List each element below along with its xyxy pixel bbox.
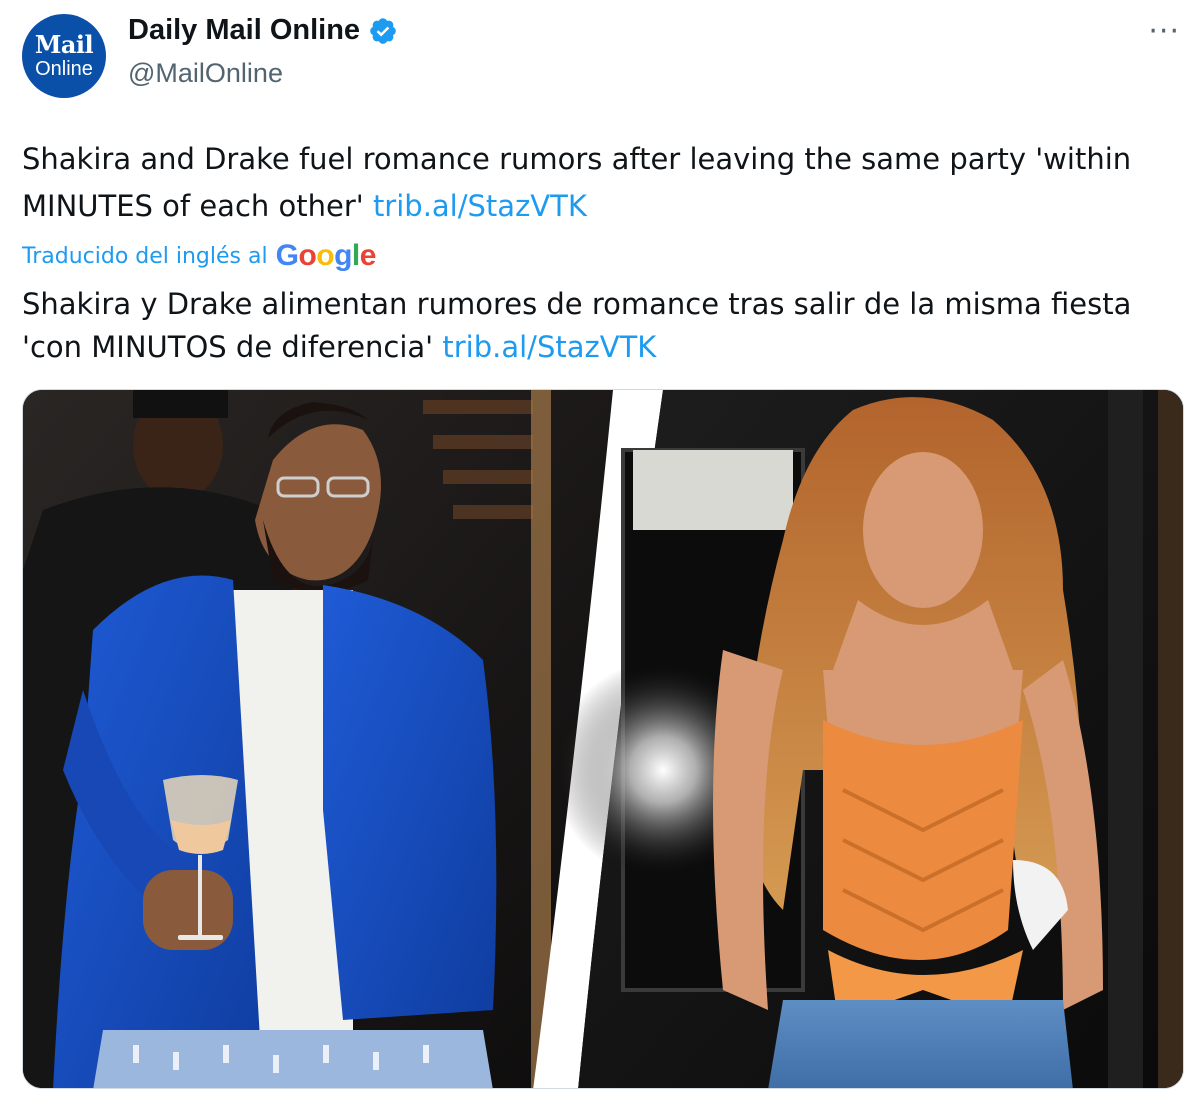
google-logo: Google bbox=[275, 239, 377, 272]
translated-link[interactable]: trib.al/StazVTK bbox=[442, 330, 656, 364]
verified-badge-icon bbox=[370, 17, 396, 44]
tweet-card: Mail Online Daily Mail Online @MailOnlin… bbox=[0, 0, 1200, 1110]
author-name-text: Daily Mail Online bbox=[128, 14, 361, 46]
more-options-icon[interactable]: ··· bbox=[1148, 14, 1180, 49]
author-name[interactable]: Daily Mail Online bbox=[128, 14, 398, 47]
photo-collage bbox=[23, 390, 1183, 1088]
tweet-media-image[interactable] bbox=[22, 389, 1184, 1089]
translation-attribution[interactable]: Traducido del inglés al Google bbox=[22, 238, 376, 274]
avatar[interactable]: Mail Online bbox=[22, 14, 106, 98]
avatar-text-line1: Mail bbox=[34, 30, 94, 59]
tweet-link[interactable]: trib.al/StazVTK bbox=[373, 189, 587, 223]
translated-text: Shakira y Drake alimentan rumores de rom… bbox=[22, 283, 1182, 369]
avatar-text-line2: Online bbox=[35, 58, 93, 80]
tweet-text: Shakira and Drake fuel romance rumors af… bbox=[22, 136, 1182, 230]
translation-label: Traducido del inglés al bbox=[22, 243, 268, 269]
author-handle[interactable]: @MailOnline bbox=[128, 58, 283, 89]
